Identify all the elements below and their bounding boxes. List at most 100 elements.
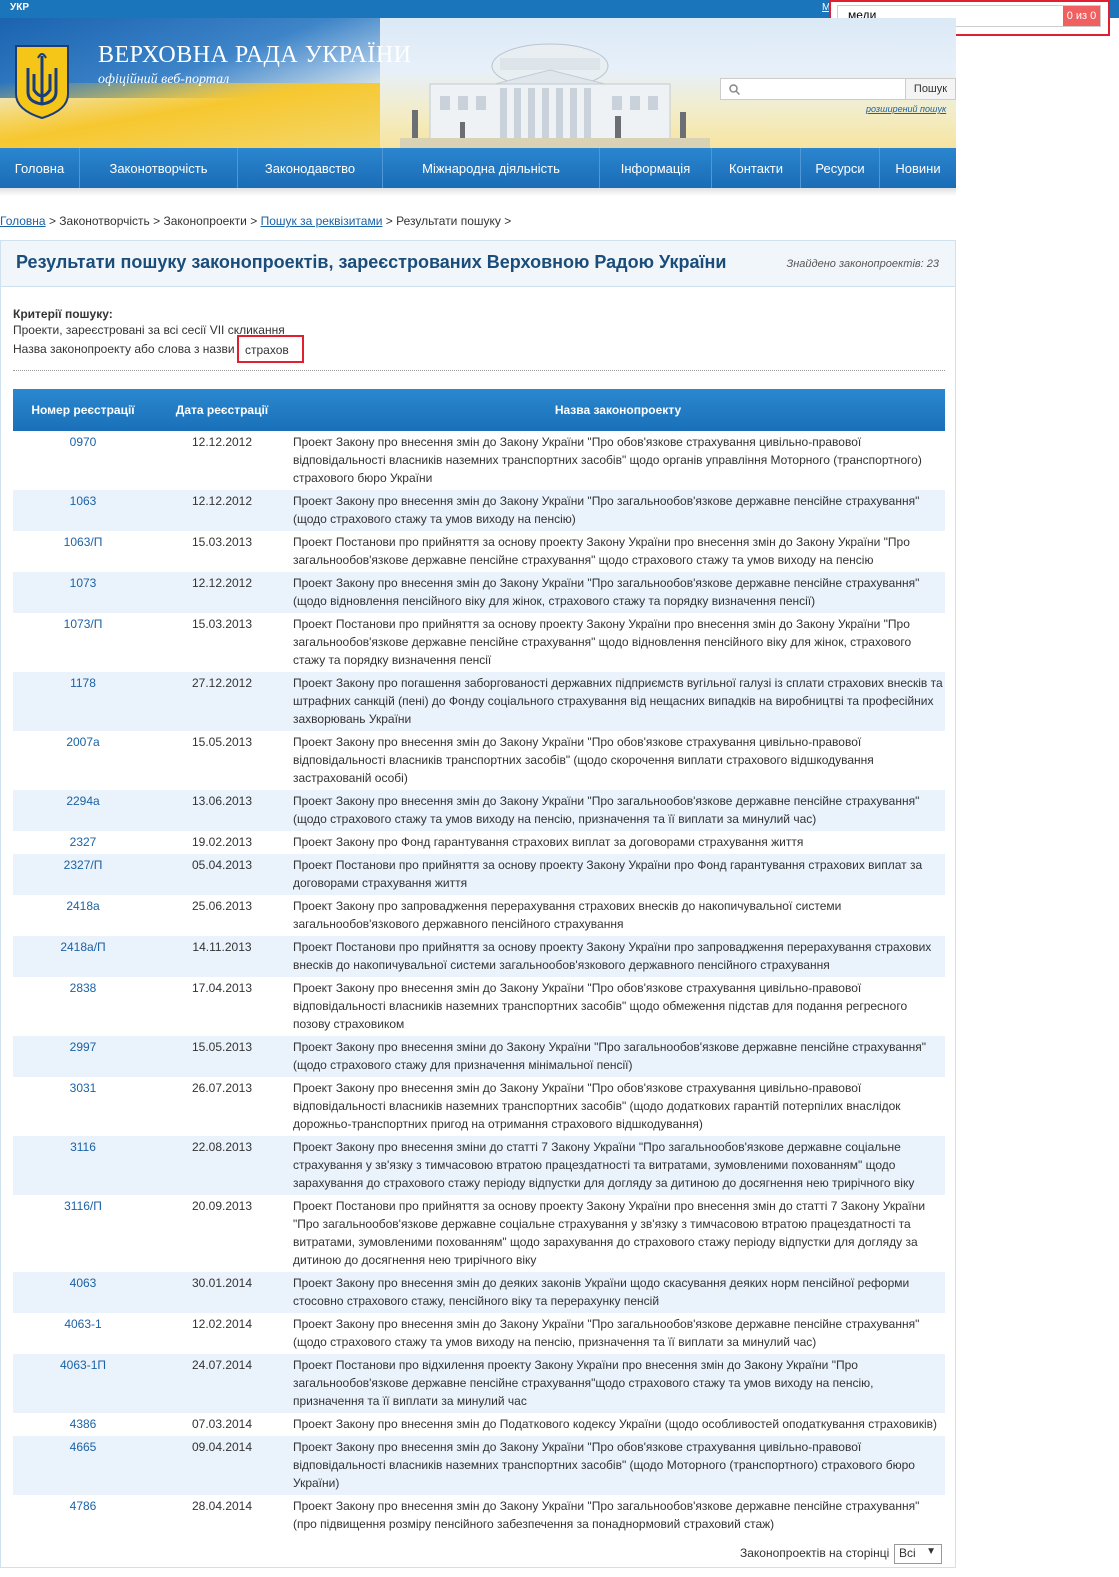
bill-title: Проект Закону про внесення змін до Закон…	[291, 572, 945, 613]
bill-title: Проект Постанови про прийняття за основу…	[293, 1199, 926, 1267]
bill-number-link[interactable]: 2418а	[13, 895, 153, 936]
bill-title: Проект Закону про внесення змін до Закон…	[293, 1499, 920, 1531]
bill-date: 07.03.2014	[191, 1417, 253, 1431]
bill-date: 25.06.2013	[191, 899, 253, 913]
bill-date: 12.12.2012	[191, 435, 253, 449]
bill-date: 22.08.2013	[153, 1136, 291, 1195]
site-search-input[interactable]	[720, 78, 906, 100]
bill-date: 12.12.2012	[153, 490, 291, 531]
breadcrumb-search-by-props[interactable]: Пошук за реквізитами	[261, 214, 383, 228]
bill-title: Проект Закону про внесення змін до Закон…	[291, 490, 945, 531]
bill-title: Проект Постанови про прийняття за основу…	[293, 617, 912, 667]
table-row: 1063/П 15.03.2013 Проект Постанови про при…	[13, 531, 945, 572]
bill-number-link[interactable]: 4063	[13, 1272, 153, 1313]
nav-item[interactable]: Законодавство	[238, 148, 383, 188]
nav-item[interactable]: Головна	[0, 148, 80, 188]
table-row: 2294а 13.06.2013 Проект Закону про внесенн…	[13, 790, 945, 831]
search-icon	[729, 84, 740, 95]
found-number: 23	[926, 258, 939, 270]
breadcrumb-separator: >	[153, 214, 164, 228]
bill-number-link[interactable]: 3116	[13, 1136, 153, 1195]
breadcrumb-home[interactable]: Головна	[0, 214, 46, 228]
table-row: 2997 15.05.2013 Проект Закону про внесення…	[13, 1036, 945, 1077]
per-page-label: Законопроектів на сторінці	[740, 1546, 890, 1560]
table-row: 4063-1 12.02.2014 Проект Закону про внесен…	[13, 1313, 945, 1354]
column-header-number[interactable]: Номер реєстрації	[13, 389, 153, 431]
language-switch[interactable]: УКР	[10, 2, 29, 13]
bill-number-link[interactable]: 4786	[13, 1495, 153, 1536]
bill-title: Проект Закону про внесення змін до деяки…	[291, 1272, 945, 1313]
bill-number-link[interactable]: 2327	[13, 831, 153, 854]
table-row: 3031 26.07.2013 Проект Закону про внесення…	[13, 1077, 945, 1136]
site-title[interactable]: ВЕРХОВНА РАДА УКРАЇНИ	[98, 42, 412, 69]
results-panel: Результати пошуку законопроектів, зареєс…	[0, 240, 956, 1568]
table-row: 4063-1П 24.07.2014 Проект Постанови про ві…	[13, 1354, 945, 1413]
nav-item[interactable]: Ресурси	[801, 148, 880, 188]
breadcrumb: Головна > Законотворчість > Законопроект…	[0, 214, 511, 228]
table-row: 1073 12.12.2012 Проект Закону про внесення…	[13, 572, 945, 613]
table-row: 4386 07.03.2014 Проект Закону про внесення…	[13, 1413, 945, 1436]
bill-title: Проект Постанови про відхилення проекту …	[291, 1354, 945, 1413]
bill-title: Проект Закону про внесення змін до Закон…	[291, 1436, 945, 1495]
bill-title: Проект Закону про внесення змін до Закон…	[293, 1317, 920, 1349]
page-title: Результати пошуку законопроектів, зареєс…	[16, 252, 727, 272]
bill-date: 20.09.2013	[191, 1199, 253, 1213]
nav-item[interactable]: Законотворчість	[80, 148, 238, 188]
table-row: 2838 17.04.2013 Проект Закону про внесення…	[13, 977, 945, 1036]
column-header-title[interactable]: Назва законопроекту	[291, 389, 945, 431]
coat-of-arms-icon[interactable]	[14, 44, 70, 120]
breadcrumb-bills: Законопроекти	[163, 214, 247, 228]
bill-date: 12.02.2014	[191, 1317, 253, 1331]
chevron-down-icon: ▼	[926, 1546, 936, 1557]
bill-date: 09.04.2014	[153, 1436, 291, 1495]
criteria-title: Критерії пошуку:	[13, 307, 113, 321]
bill-date: 26.07.2013	[191, 1081, 253, 1095]
bill-number-link[interactable]: 2327/П	[13, 854, 153, 895]
table-row: 1063 12.12.2012 Проект Закону про внесення…	[13, 490, 945, 531]
bill-number-link[interactable]: 2418а/П	[13, 936, 153, 977]
bill-number-link[interactable]: 4665	[13, 1436, 153, 1495]
bill-number-link[interactable]: 2294а	[13, 790, 153, 831]
bill-title: Проект Закону про погашення заборгованос…	[291, 672, 945, 731]
site-subtitle: офіційний веб-портал	[98, 72, 230, 87]
bill-title: Проект Постанови про прийняття за основу…	[293, 535, 910, 567]
table-header-row: Номер реєстрації Дата реєстрації Назва з…	[13, 389, 945, 431]
table-row: 2007а 15.05.2013 Проект Закону про внесенн…	[13, 731, 945, 790]
bill-number-link[interactable]: 1063/П	[13, 531, 153, 572]
bill-number-link[interactable]: 1073	[13, 572, 153, 613]
bill-number-link[interactable]: 3116/П	[13, 1195, 153, 1272]
bill-number-link[interactable]: 4063-1	[13, 1313, 153, 1354]
bill-number-link[interactable]: 4063-1П	[13, 1354, 153, 1413]
bill-number-link[interactable]: 1063	[13, 490, 153, 531]
nav-item[interactable]: Міжнародна діяльність	[383, 148, 600, 188]
column-header-date[interactable]: Дата реєстрації	[153, 389, 291, 431]
bill-number-link[interactable]: 2997	[13, 1036, 153, 1077]
bill-date: 13.06.2013	[153, 790, 291, 831]
nav-item[interactable]: Інформація	[600, 148, 712, 188]
bill-date: 14.11.2013	[153, 936, 291, 977]
table-row: 2418а/П 14.11.2013 Проект Постанови про пр…	[13, 936, 945, 977]
bill-number-link[interactable]: 1073/П	[13, 613, 153, 672]
table-row: 3116/П 20.09.2013 Проект Постанови про при…	[13, 1195, 945, 1272]
search-button[interactable]: Пошук	[905, 78, 956, 100]
results-header: Результати пошуку законопроектів, зареєс…	[1, 241, 955, 287]
nav-item[interactable]: Новини	[880, 148, 956, 188]
bill-number-link[interactable]: 0970	[13, 431, 153, 490]
bill-number-link[interactable]: 2838	[13, 977, 153, 1036]
table-row: 4786 28.04.2014 Проект Закону про внесення…	[13, 1495, 945, 1536]
table-row: 1178 27.12.2012 Проект Закону про погашенн…	[13, 672, 945, 731]
bill-number-link[interactable]: 1178	[13, 672, 153, 731]
bill-number-link[interactable]: 4386	[13, 1413, 153, 1436]
advanced-search-link[interactable]: розширений пошук	[866, 104, 946, 114]
find-count-badge: 0 из 0	[1063, 6, 1100, 26]
bill-date: 27.12.2012	[153, 672, 291, 731]
bill-title: Проект Закону про внесення зміни до стат…	[291, 1136, 945, 1195]
nav-item[interactable]: Контакти	[712, 148, 801, 188]
table-row: 2327 19.02.2013 Проект Закону про Фонд гар…	[13, 831, 945, 854]
bill-title: Проект Закону про запровадження перераху…	[293, 899, 842, 931]
bill-number-link[interactable]: 3031	[13, 1077, 153, 1136]
bill-date: 05.04.2013	[153, 854, 291, 895]
bill-date: 15.03.2013	[191, 617, 253, 631]
bill-number-link[interactable]: 2007а	[13, 731, 153, 790]
per-page-select[interactable]: Всі ▼	[894, 1544, 942, 1564]
